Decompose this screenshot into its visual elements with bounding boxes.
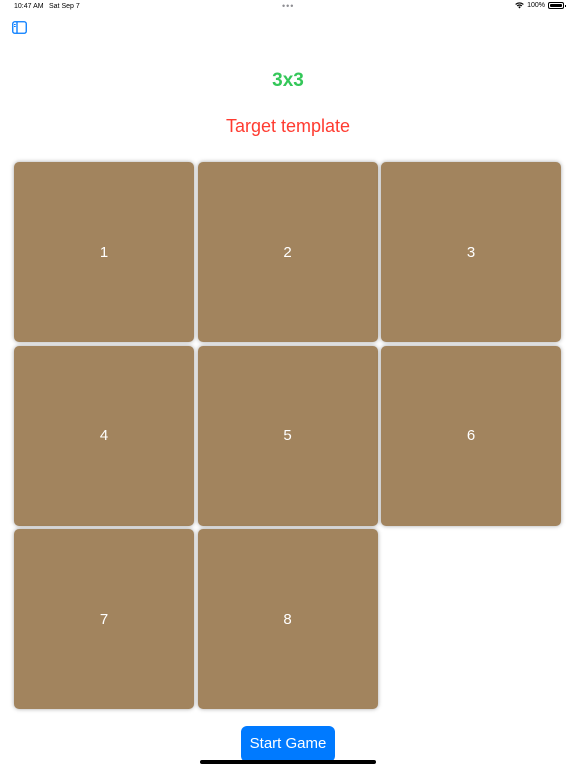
battery-fill xyxy=(550,4,562,7)
puzzle-tile[interactable]: 2 xyxy=(197,162,378,342)
status-date: Sat Sep 7 xyxy=(49,3,80,10)
home-indicator xyxy=(200,760,376,764)
empty-slot xyxy=(381,529,561,709)
puzzle-tile[interactable]: 8 xyxy=(197,529,378,709)
puzzle-tile[interactable]: 7 xyxy=(14,529,194,709)
multitasking-dots-icon[interactable]: ••• xyxy=(282,1,294,11)
puzzle-tile[interactable]: 3 xyxy=(381,162,561,342)
sidebar-toggle-icon[interactable] xyxy=(12,21,27,34)
start-game-button[interactable]: Start Game xyxy=(241,726,335,762)
puzzle-size-title: 3x3 xyxy=(272,70,304,91)
target-template-label: Target template xyxy=(225,116,351,136)
puzzle-tile[interactable]: 4 xyxy=(14,345,194,526)
status-time: 10:47 AM xyxy=(14,3,44,10)
battery-percentage: 100% xyxy=(527,2,545,9)
game-screen: 10:47 AM Sat Sep 7 ••• 100% 3x3 Target t… xyxy=(0,0,576,768)
puzzle-tile[interactable]: 5 xyxy=(197,345,378,526)
puzzle-grid: 1 2 3 4 5 6 7 8 xyxy=(14,162,562,710)
battery-icon xyxy=(548,2,566,9)
wifi-icon xyxy=(515,2,524,9)
puzzle-tile[interactable]: 1 xyxy=(14,162,194,342)
status-right: 100% xyxy=(515,2,566,9)
puzzle-tile[interactable]: 6 xyxy=(381,345,561,526)
status-bar: 10:47 AM Sat Sep 7 ••• 100% xyxy=(0,0,576,14)
